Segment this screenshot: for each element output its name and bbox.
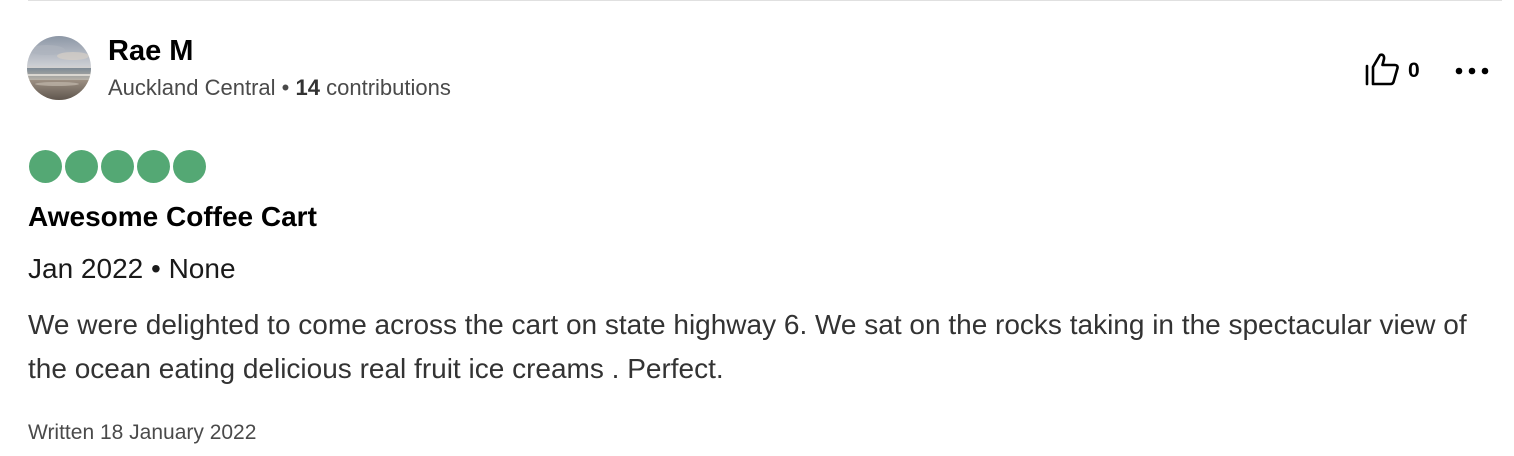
contributions-label: contributions — [326, 75, 451, 100]
review-title[interactable]: Awesome Coffee Cart — [28, 200, 317, 234]
reviewer-location: Auckland Central — [108, 75, 276, 100]
user-avatar[interactable] — [27, 36, 91, 100]
rating-bubble — [29, 150, 62, 183]
written-date: Written 18 January 2022 — [28, 421, 257, 444]
more-options-button[interactable] — [1452, 54, 1492, 88]
meta-separator: • — [281, 75, 290, 100]
helpful-vote-button[interactable]: 0 — [1364, 52, 1420, 90]
rating-bubble — [65, 150, 98, 183]
rating-bubble — [101, 150, 134, 183]
rating-bubble — [173, 150, 206, 183]
review-body: We were delighted to come across the car… — [28, 309, 1467, 384]
helpful-count: 0 — [1408, 59, 1420, 82]
contributions-count: 14 — [295, 75, 320, 100]
top-divider — [28, 0, 1502, 1]
beach-photo-avatar — [27, 36, 91, 100]
rating-bubble — [137, 150, 170, 183]
reviewer-name[interactable]: Rae M — [108, 34, 193, 68]
reviewer-meta: Auckland Central • 14 contributions — [108, 75, 451, 101]
thumbs-up-icon — [1364, 52, 1400, 91]
review-date-line: Jan 2022 • None — [28, 253, 236, 284]
more-horizontal-icon — [1455, 62, 1489, 80]
bubble-rating — [29, 150, 206, 183]
